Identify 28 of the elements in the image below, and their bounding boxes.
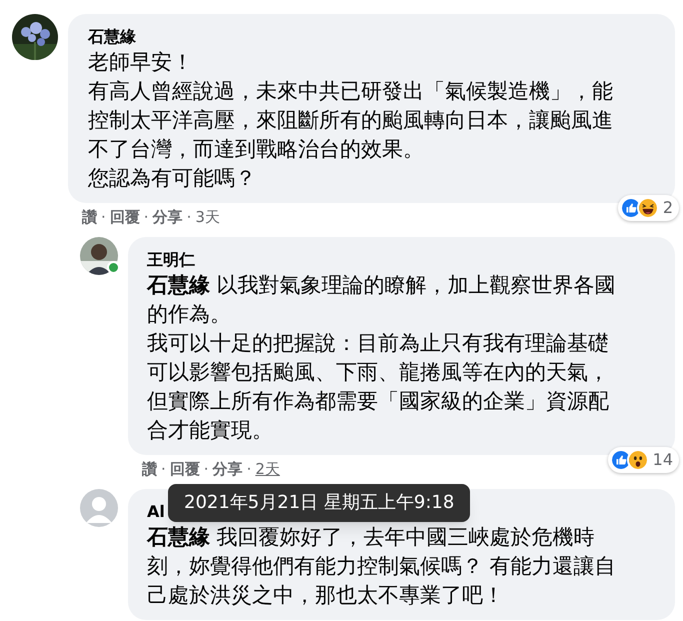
author-name[interactable]: 王明仁 <box>147 249 627 271</box>
action-link[interactable]: 讚 <box>82 207 97 227</box>
avatar-icon[interactable] <box>80 237 118 275</box>
separator-dot: · <box>246 459 252 479</box>
action-link[interactable]: 讚 <box>142 459 157 479</box>
comment-text: 老師早安！ <box>88 49 194 76</box>
timestamp-link[interactable]: 2天 <box>255 459 280 479</box>
comment-text: 我可以十足的把握說：目前為止只有我有理論基礎可以影響包括颱風、下雨、龍捲風等在內的天氣，但實際上所有作為都需要「國家級的企業」資源配合才能實現。 <box>147 330 610 444</box>
reaction-count: 2 <box>662 197 673 219</box>
timestamp-tooltip: 2021年5月21日 星期五上午9:18 <box>168 484 470 522</box>
separator-dot: · <box>204 459 209 479</box>
reaction-count: 14 <box>652 449 673 471</box>
comment-text: 石慧緣 以我對氣象理論的瞭解，加上觀察世界各國的作為。 <box>147 272 617 328</box>
author-name[interactable]: 石慧緣 <box>88 26 633 48</box>
separator-dot: · <box>161 459 166 479</box>
action-link[interactable]: 回覆 <box>110 207 140 227</box>
reaction-summary[interactable]: 14 <box>608 447 679 473</box>
comment-text: 有高人曾經說過，未來中共已研發出「氣候製造機」，能控制太平洋高壓，來阻斷所有的颱風轉向日本，讓颱風進不了台灣，而達到戰略治台的效果。 <box>88 78 614 163</box>
action-link[interactable]: 分享 <box>212 459 243 479</box>
separator-dot: · <box>144 207 149 227</box>
comment-text: 石慧緣 我回覆妳好了，去年中國三峽處於危機時刻，妳覺得他們有能力控制氣候嗎？ 有能力還讓自己處於洪災之中，那也太不專業了吧！ <box>147 524 617 609</box>
action-link[interactable]: 分享 <box>152 207 183 227</box>
separator-dot: · <box>101 207 106 227</box>
separator-dot: · <box>186 207 192 227</box>
action-link[interactable]: 回覆 <box>170 459 200 479</box>
comment-text: 您認為有可能嗎？ <box>88 165 257 192</box>
timestamp-link[interactable]: 3天 <box>195 207 220 227</box>
reaction-summary[interactable]: 2 <box>618 195 679 221</box>
